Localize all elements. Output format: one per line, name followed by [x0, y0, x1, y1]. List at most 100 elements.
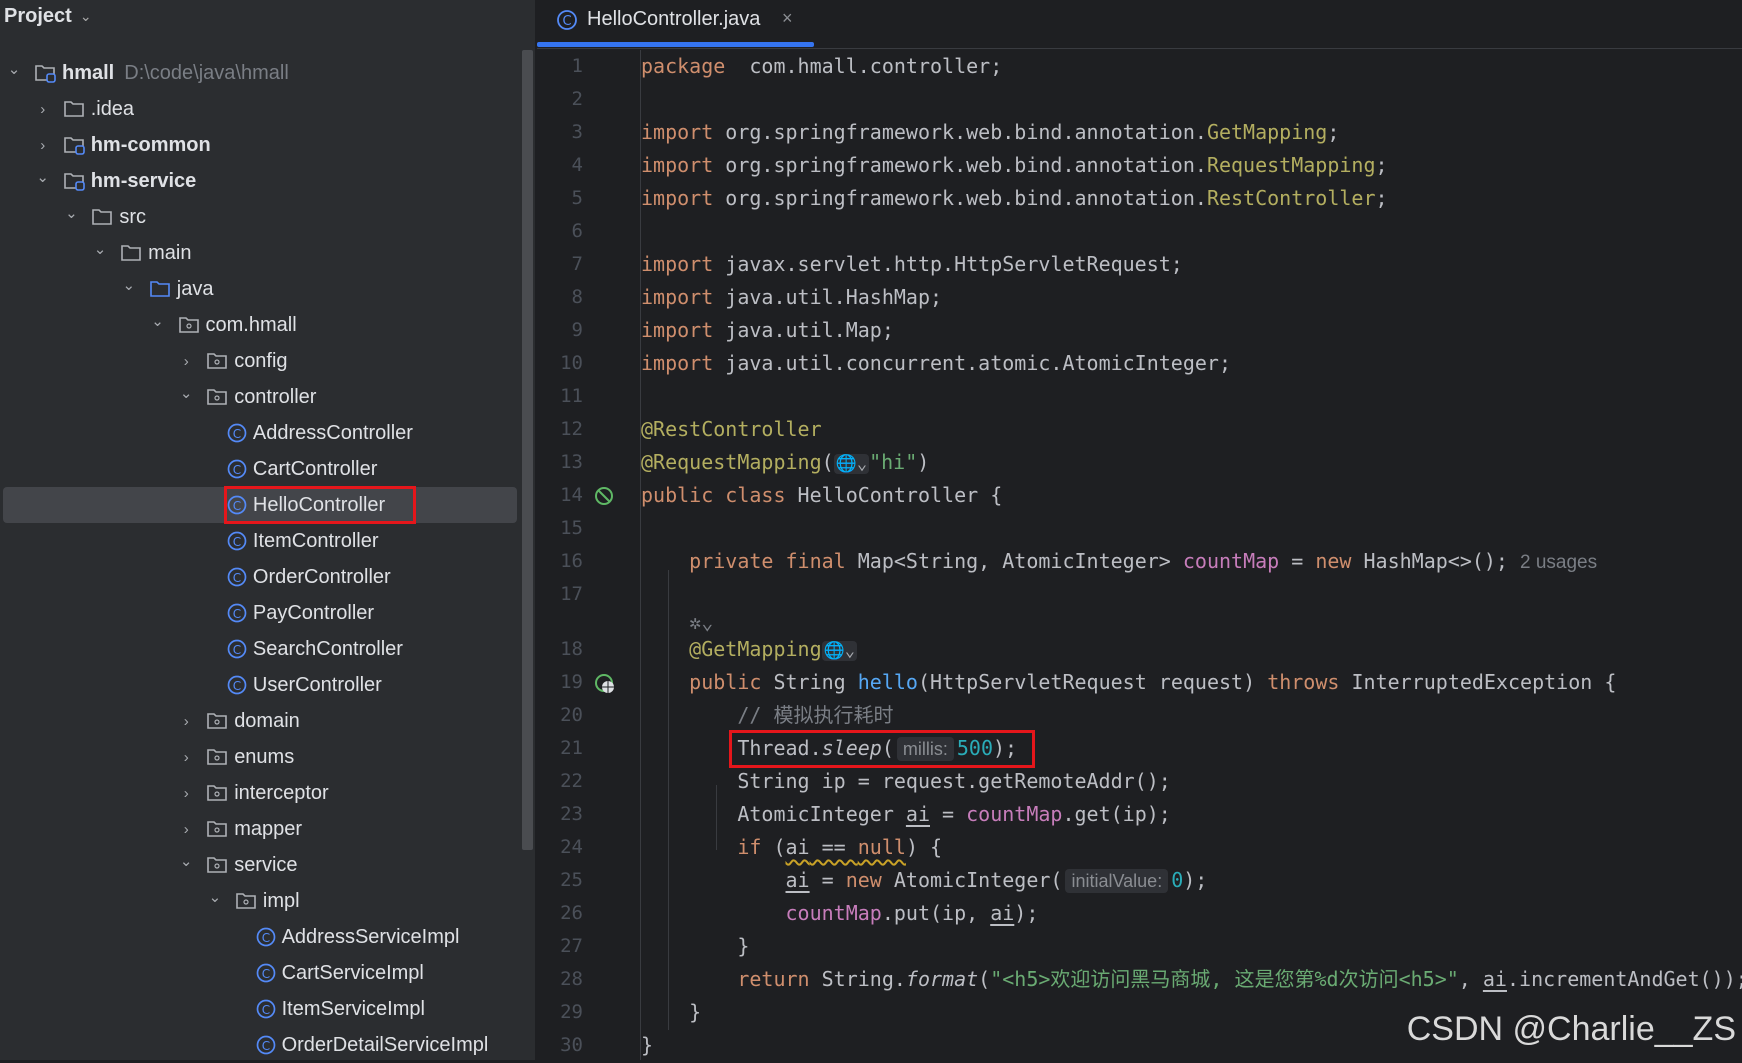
code-token: "hi" — [869, 450, 918, 474]
tree-item[interactable]: C PayController — [0, 595, 520, 631]
chevron-down-icon[interactable]: ⌄ — [122, 277, 136, 294]
class-icon: C — [255, 927, 277, 947]
chevron-down-icon[interactable]: ⌄ — [179, 385, 193, 402]
package-icon — [206, 387, 228, 407]
code-token: import — [641, 153, 714, 177]
chevron-right-icon[interactable]: › — [179, 749, 193, 766]
chevron-right-icon[interactable]: › — [179, 785, 193, 802]
code-line: 15 — [537, 512, 1742, 545]
package-icon — [206, 819, 228, 839]
code-token: import — [641, 252, 714, 276]
chevron-down-icon[interactable]: ⌄ — [36, 169, 50, 186]
tree-item[interactable]: C AddressController — [0, 415, 520, 451]
code-token: if — [737, 835, 774, 859]
globe-icon[interactable]: 🌐⌄ — [833, 454, 870, 474]
chevron-down-icon[interactable]: ⌄ — [93, 241, 107, 258]
tree-item[interactable]: ⌄ hm-service — [0, 163, 520, 199]
class-icon: C — [226, 603, 248, 623]
chevron-down-icon[interactable]: ⌄ — [64, 205, 78, 222]
chevron-down-icon[interactable]: ⌄ — [151, 313, 165, 330]
code-token: import — [641, 351, 714, 375]
tree-item[interactable]: C OrderController — [0, 559, 520, 595]
code-token: java.util.Map; — [713, 318, 894, 342]
tree-item[interactable]: › interceptor — [0, 775, 520, 811]
chevron-down-icon[interactable]: ⌄ — [208, 889, 222, 906]
usages-hint[interactable]: 2 usages — [1520, 552, 1597, 573]
chevron-right-icon[interactable]: › — [36, 101, 50, 118]
tree-item[interactable]: › enums — [0, 739, 520, 775]
globe-icon[interactable]: 🌐⌄ — [821, 641, 858, 661]
tree-item-label: SearchController — [252, 637, 403, 660]
tree-item-label: com.hmall — [205, 313, 297, 336]
line-number: 27 — [560, 935, 583, 957]
tree-item[interactable]: C CartController — [0, 451, 520, 487]
tree-item-label: HelloController — [252, 493, 386, 516]
line-number: 2 — [571, 88, 583, 110]
tree-item[interactable]: C SearchController — [0, 631, 520, 667]
code-token: } — [641, 934, 750, 958]
chevron-right-icon[interactable]: › — [179, 821, 193, 838]
line-number: 6 — [571, 220, 583, 242]
code-token: com.hmall.controller; — [725, 54, 1003, 78]
code-line: 18 @GetMapping 🌐⌄ — [537, 633, 1742, 666]
line-number: 29 — [560, 1001, 583, 1023]
class-icon: C — [557, 10, 577, 30]
tree-item[interactable]: › domain — [0, 703, 520, 739]
tree-item[interactable]: ⌄ controller — [0, 379, 520, 415]
package-icon — [206, 783, 228, 803]
code-line: 17 — [537, 578, 1742, 611]
project-title: Project — [4, 5, 72, 27]
tree-item[interactable]: C HelloController — [3, 486, 517, 524]
tree-item[interactable]: ⌄ main — [0, 235, 520, 271]
code-line: 3 import org.springframework.web.bind.ann… — [537, 116, 1742, 149]
svg-text:C: C — [233, 499, 241, 513]
code-token: org.springframework.web.bind.annotation. — [713, 186, 1207, 210]
code-line: 19 public String hello(HttpServletReques… — [537, 666, 1742, 699]
code-line: 9 import java.util.Map; — [537, 314, 1742, 347]
tree-item[interactable]: C AddressServiceImpl — [0, 919, 520, 955]
sidebar-scrollbar[interactable] — [522, 50, 533, 850]
chevron-right-icon[interactable]: › — [36, 137, 50, 154]
code-token: 500 — [956, 736, 994, 760]
code-editor[interactable]: 1 package com.hmall.controller; 2 3 import o… — [537, 50, 1742, 1060]
close-tab-icon[interactable]: × — [782, 8, 793, 29]
tree-item[interactable]: ⌄ impl — [0, 883, 520, 919]
tree-item-label: PayController — [252, 601, 375, 624]
tree-item[interactable]: ⌄ java — [0, 271, 520, 307]
tab-hellocontroller[interactable]: C HelloController.java × — [537, 0, 814, 49]
package-icon — [235, 891, 257, 911]
line-number: 8 — [571, 286, 583, 308]
tree-item-label: controller — [234, 385, 317, 408]
tree-item-label: ItemController — [252, 529, 379, 552]
tree-item[interactable]: ⌄ hmall D:\code\java\hmall — [0, 55, 520, 91]
tree-item[interactable]: C UserController — [0, 667, 520, 703]
line-number: 16 — [560, 550, 583, 572]
tree-item[interactable]: ⌄ service — [0, 847, 520, 883]
tree-item[interactable]: › hm-common — [0, 127, 520, 163]
tree-item[interactable]: ⌄ com.hmall — [0, 307, 520, 343]
tree-item[interactable]: C OrderDetailServiceImpl — [0, 1027, 520, 1063]
code-token: @GetMapping — [689, 637, 822, 661]
tree-item-label: AddressServiceImpl — [281, 925, 460, 948]
tree-item[interactable]: C ItemController — [0, 523, 520, 559]
tree-item-label: hm-service — [90, 169, 197, 192]
chevron-down-icon[interactable]: ⌄ — [179, 853, 193, 870]
code-token: ( — [821, 450, 834, 474]
tree-item[interactable]: › config — [0, 343, 520, 379]
tree-item[interactable]: › mapper — [0, 811, 520, 847]
chevron-right-icon[interactable]: › — [179, 353, 193, 370]
tree-item[interactable]: ⌄ src — [0, 199, 520, 235]
chevron-right-icon[interactable]: › — [179, 713, 193, 730]
tree-item[interactable]: C ItemServiceImpl — [0, 991, 520, 1027]
module-path: D:\code\java\hmall — [124, 61, 289, 84]
code-token: Map<String, AtomicInteger> — [857, 549, 1183, 573]
tree-item[interactable]: › .idea — [0, 91, 520, 127]
project-view-selector[interactable]: Project ⌄ — [4, 5, 92, 28]
line-number: 25 — [560, 869, 583, 891]
code-line: 16 private final Map<String, AtomicInteg… — [537, 545, 1742, 578]
line-number: 28 — [560, 968, 583, 990]
chevron-down-icon[interactable]: ⌄ — [7, 61, 21, 78]
tree-item[interactable]: C CartServiceImpl — [0, 955, 520, 991]
code-line: 2 — [537, 83, 1742, 116]
